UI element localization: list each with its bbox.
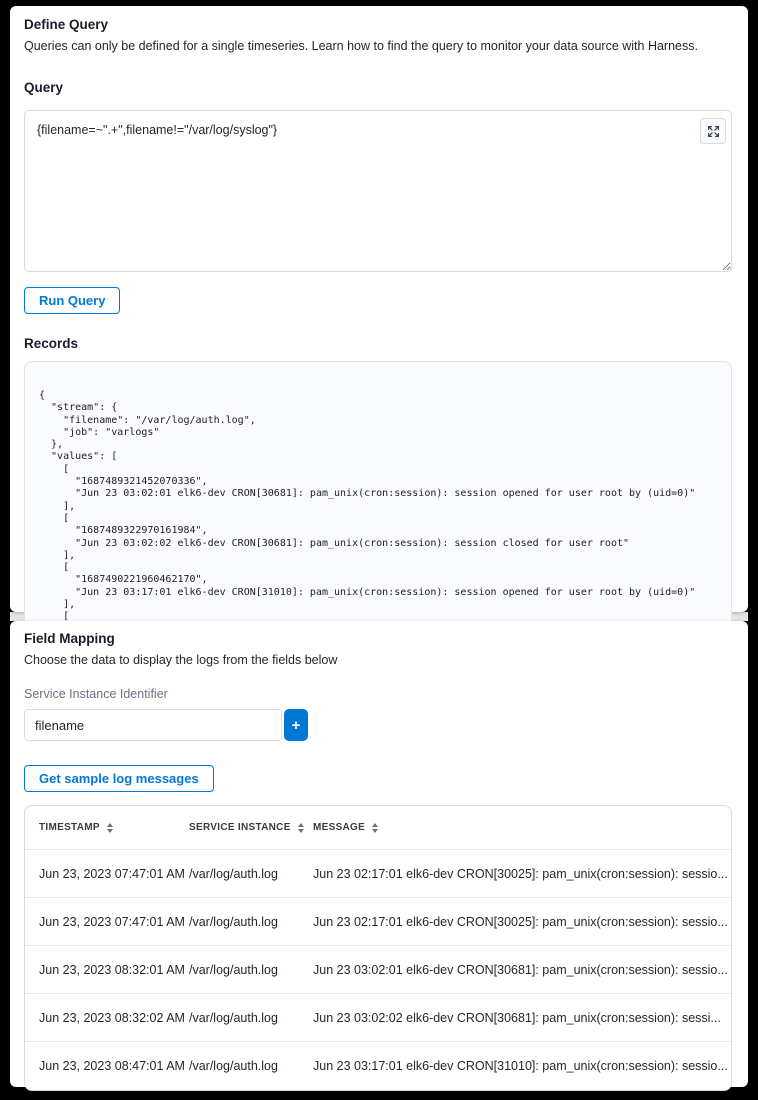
sort-icon[interactable] — [298, 823, 304, 833]
cell-timestamp: Jun 23, 2023 08:32:02 AM — [39, 1011, 189, 1025]
cell-service-instance: /var/log/auth.log — [189, 867, 313, 881]
table-row: Jun 23, 2023 07:47:01 AM /var/log/auth.l… — [25, 898, 731, 946]
records-json: { "stream": { "filename": "/var/log/auth… — [39, 390, 717, 648]
plus-icon: + — [292, 717, 301, 734]
cell-timestamp: Jun 23, 2023 07:47:01 AM — [39, 915, 189, 929]
add-field-button[interactable]: + — [284, 709, 308, 741]
field-mapping-title: Field Mapping — [24, 621, 734, 646]
cell-timestamp: Jun 23, 2023 08:32:01 AM — [39, 963, 189, 977]
records-output[interactable]: { "stream": { "filename": "/var/log/auth… — [24, 361, 732, 651]
define-query-panel: Define Query Queries can only be defined… — [10, 6, 748, 612]
service-instance-input[interactable] — [24, 709, 282, 741]
define-query-title: Define Query — [24, 6, 734, 32]
service-instance-row: + — [24, 709, 734, 741]
field-mapping-panel: Field Mapping Choose the data to display… — [10, 621, 748, 1087]
records-label: Records — [24, 336, 734, 351]
query-label: Query — [24, 80, 734, 95]
cell-service-instance: /var/log/auth.log — [189, 1011, 313, 1025]
column-header-timestamp[interactable]: TIMESTAMP — [39, 822, 189, 833]
table-row: Jun 23, 2023 07:47:01 AM /var/log/auth.l… — [25, 850, 731, 898]
cell-service-instance: /var/log/auth.log — [189, 963, 313, 977]
cell-message: Jun 23 03:02:02 elk6-dev CRON[30681]: pa… — [313, 1011, 731, 1025]
query-editor: {filename=~".+",filename!="/var/log/sysl… — [24, 110, 734, 272]
cell-service-instance: /var/log/auth.log — [189, 1059, 313, 1073]
run-query-button[interactable]: Run Query — [24, 287, 120, 314]
expand-query-button[interactable] — [700, 118, 726, 144]
table-header-row: TIMESTAMP SERVICE INSTANCE MESSAGE — [25, 806, 731, 850]
column-header-message[interactable]: MESSAGE — [313, 822, 731, 833]
sample-logs-table: TIMESTAMP SERVICE INSTANCE MESSAGE Jun 2… — [24, 805, 732, 1091]
sort-icon[interactable] — [107, 823, 113, 833]
table-row: Jun 23, 2023 08:32:02 AM /var/log/auth.l… — [25, 994, 731, 1042]
cell-timestamp: Jun 23, 2023 07:47:01 AM — [39, 867, 189, 881]
cell-service-instance: /var/log/auth.log — [189, 915, 313, 929]
cell-message: Jun 23 03:17:01 elk6-dev CRON[31010]: pa… — [313, 1059, 731, 1073]
field-mapping-description: Choose the data to display the logs from… — [24, 653, 734, 667]
table-row: Jun 23, 2023 08:47:01 AM /var/log/auth.l… — [25, 1042, 731, 1090]
query-input[interactable]: {filename=~".+",filename!="/var/log/sysl… — [24, 110, 732, 272]
maximize-icon — [707, 125, 720, 138]
cell-message: Jun 23 02:17:01 elk6-dev CRON[30025]: pa… — [313, 867, 731, 881]
table-row: Jun 23, 2023 08:32:01 AM /var/log/auth.l… — [25, 946, 731, 994]
column-header-service-instance[interactable]: SERVICE INSTANCE — [189, 822, 313, 833]
define-query-description: Queries can only be defined for a single… — [24, 39, 734, 53]
cell-message: Jun 23 03:02:01 elk6-dev CRON[30681]: pa… — [313, 963, 731, 977]
sort-icon[interactable] — [372, 823, 378, 833]
cell-message: Jun 23 02:17:01 elk6-dev CRON[30025]: pa… — [313, 915, 731, 929]
content-frame: Define Query Queries can only be defined… — [10, 6, 748, 1087]
get-sample-log-messages-button[interactable]: Get sample log messages — [24, 765, 214, 792]
service-instance-label: Service Instance Identifier — [24, 687, 734, 701]
cell-timestamp: Jun 23, 2023 08:47:01 AM — [39, 1059, 189, 1073]
